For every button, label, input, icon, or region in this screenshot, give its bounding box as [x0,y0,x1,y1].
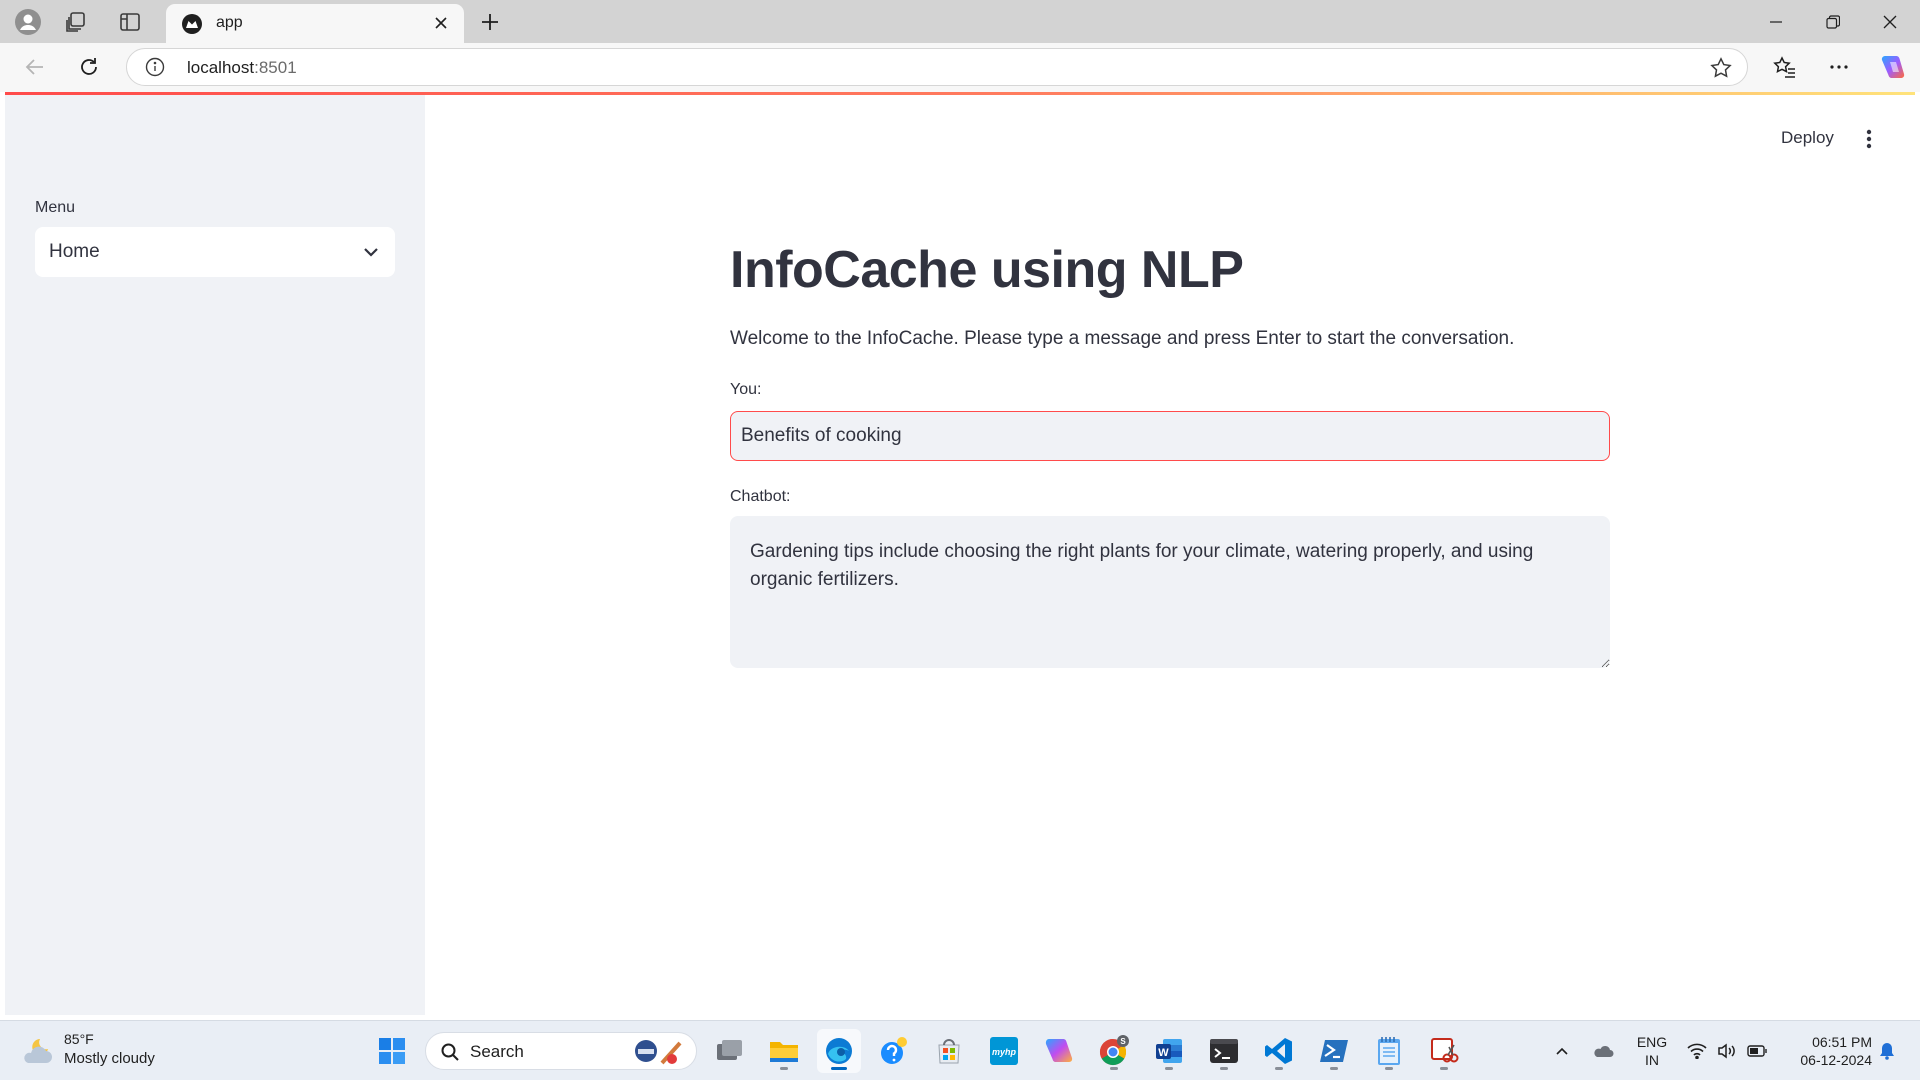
main-menu-icon[interactable] [1855,124,1883,154]
streamlit-favicon-icon [182,14,202,34]
running-indicator [1220,1067,1228,1070]
clock-time: 06:51 PM [1812,1034,1872,1050]
active-indicator [831,1067,847,1070]
running-indicator [1165,1067,1173,1070]
tab-title: app [216,14,243,31]
more-options-icon[interactable] [1820,49,1858,85]
svg-text:W: W [1158,1047,1169,1059]
terminal-icon[interactable] [1202,1029,1246,1073]
favorites-icon[interactable] [1766,49,1804,85]
site-info-icon[interactable] [145,57,165,77]
taskbar: 85°F Mostly cloudy Search myhp S W ENG I… [0,1020,1920,1080]
notepad-icon[interactable] [1367,1029,1411,1073]
vertical-tabs-icon[interactable] [110,6,150,38]
battery-icon[interactable] [1742,1021,1772,1080]
language-indicator[interactable]: ENG IN [1632,1033,1672,1069]
sidebar: Menu Home [5,95,425,1015]
weather-temperature: 85°F [64,1031,94,1047]
notification-bell-icon[interactable] [1872,1021,1902,1080]
microsoft-365-copilot-icon[interactable] [1037,1029,1081,1073]
restore-icon[interactable] [1805,0,1861,43]
microsoft-store-icon[interactable] [927,1029,971,1073]
address-bar[interactable]: localhost:8501 [126,48,1748,86]
chrome-profile-badge: S [1120,1037,1126,1046]
running-indicator [1385,1067,1393,1070]
you-label: You: [730,381,762,398]
chatbot-response-textarea[interactable]: Gardening tips include choosing the righ… [730,516,1610,668]
weather-description: Mostly cloudy [64,1050,155,1067]
close-tab-icon[interactable] [430,12,452,34]
taskbar-search-box[interactable]: Search [425,1032,697,1070]
minimize-icon[interactable] [1748,0,1804,43]
system-clock[interactable]: 06:51 PM 06-12-2024 [1776,1033,1872,1069]
chatbot-label: Chatbot: [730,488,791,505]
menu-select[interactable]: Home [35,227,395,277]
you-message-input[interactable] [730,411,1610,461]
url-host: localhost [187,58,255,77]
running-indicator [1110,1067,1118,1070]
menu-selected-value: Home [49,241,100,262]
vscode-icon[interactable] [1257,1029,1301,1073]
reload-icon[interactable] [70,49,108,85]
edge-browser-icon[interactable] [817,1029,861,1073]
chrome-icon[interactable]: S [1092,1029,1136,1073]
file-explorer-icon[interactable] [762,1029,806,1073]
profile-icon[interactable] [8,6,48,38]
volume-icon[interactable] [1712,1021,1742,1080]
running-indicator [1330,1067,1338,1070]
svg-text:myhp: myhp [992,1047,1017,1057]
search-placeholder: Search [470,1042,524,1061]
language-code: ENG [1636,1034,1668,1050]
myhp-icon[interactable]: myhp [982,1029,1026,1073]
language-region: IN [1645,1052,1659,1068]
favorite-star-icon[interactable] [1709,56,1733,80]
weather-widget[interactable]: 85°F Mostly cloudy [20,1029,190,1073]
close-window-icon[interactable] [1862,0,1918,43]
page-title: InfoCache using NLP [730,241,1244,299]
search-highlight-cricket-icon [635,1040,682,1065]
clock-date: 06-12-2024 [1800,1052,1872,1068]
powershell-icon[interactable] [1312,1029,1356,1073]
chevron-down-icon [364,248,378,257]
menu-label: Menu [35,199,76,216]
deploy-button[interactable]: Deploy [1773,122,1842,154]
url-text: localhost:8501 [187,58,297,78]
back-arrow-icon[interactable] [16,49,54,85]
page-viewport: Menu Home Deploy InfoCache using NLP Wel… [5,92,1915,1015]
workspaces-icon[interactable] [56,6,96,38]
browser-toolbar: localhost:8501 [0,43,1920,92]
task-view-icon[interactable] [707,1029,751,1073]
onedrive-cloud-icon[interactable] [1586,1021,1620,1080]
copilot-icon[interactable] [1874,49,1912,85]
help-tips-icon[interactable] [872,1029,916,1073]
welcome-text: Welcome to the InfoCache. Please type a … [730,328,1515,349]
partly-cloudy-night-icon [24,1039,52,1063]
start-button-windows-icon[interactable] [370,1029,414,1073]
snipping-tool-icon[interactable] [1422,1029,1466,1073]
word-icon[interactable]: W [1147,1029,1191,1073]
search-icon [441,1043,459,1061]
wifi-icon[interactable] [1682,1021,1712,1080]
browser-tab-app[interactable]: app [166,4,464,43]
new-tab-icon[interactable] [470,6,510,38]
running-indicator [780,1067,788,1070]
show-hidden-icons-chevron-up-icon[interactable] [1546,1021,1578,1080]
running-indicator [1275,1067,1283,1070]
browser-tab-strip: app [0,0,1920,43]
url-port: :8501 [254,58,297,77]
running-indicator [1440,1067,1448,1070]
